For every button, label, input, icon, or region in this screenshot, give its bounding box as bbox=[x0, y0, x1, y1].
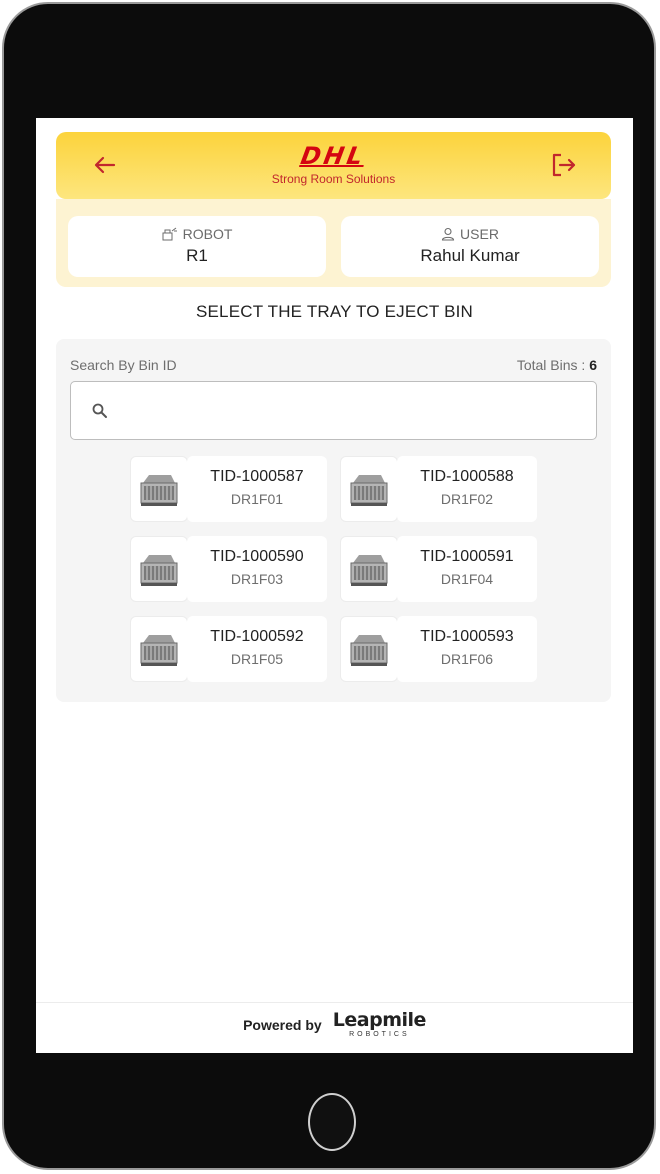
bin-icon bbox=[140, 475, 178, 506]
tray-info: TID-1000587 DR1F01 bbox=[187, 456, 327, 522]
user-value: Rahul Kumar bbox=[420, 246, 520, 265]
tray-info: TID-1000590 DR1F03 bbox=[187, 536, 327, 602]
tray-id: TID-1000592 bbox=[210, 628, 304, 645]
leapmile-logo: Leapmile ROBOTICS bbox=[332, 1009, 427, 1039]
bin-icon bbox=[140, 635, 178, 666]
user-label: USER bbox=[460, 226, 499, 242]
search-label: Search By Bin ID bbox=[70, 357, 177, 373]
search-icon bbox=[92, 403, 107, 418]
home-button[interactable] bbox=[308, 1093, 356, 1151]
tray-info: TID-1000588 DR1F02 bbox=[397, 456, 537, 522]
user-icon bbox=[441, 227, 455, 241]
tray-thumbnail bbox=[130, 456, 188, 522]
tray-thumbnail bbox=[340, 456, 398, 522]
tray-card[interactable]: TID-1000593 DR1F06 bbox=[340, 616, 537, 682]
total-bins-label: Total Bins : bbox=[516, 357, 586, 373]
tray-card[interactable]: TID-1000590 DR1F03 bbox=[130, 536, 327, 602]
app-screen: DHL Strong Room Solutions ROBOT R1 USER … bbox=[36, 118, 633, 1053]
bin-icon bbox=[350, 555, 388, 586]
brand-sub: ROBOTICS bbox=[349, 1031, 410, 1038]
robot-label: ROBOT bbox=[182, 226, 233, 242]
tray-location: DR1F05 bbox=[230, 651, 284, 667]
tray-thumbnail bbox=[130, 616, 188, 682]
tray-location: DR1F01 bbox=[230, 491, 284, 507]
tray-thumbnail bbox=[340, 616, 398, 682]
tray-card[interactable]: TID-1000587 DR1F01 bbox=[130, 456, 327, 522]
search-input[interactable] bbox=[121, 382, 585, 441]
tray-thumbnail bbox=[340, 536, 398, 602]
app-header: DHL Strong Room Solutions bbox=[56, 132, 611, 199]
robot-icon bbox=[162, 227, 177, 241]
footer: Powered by Leapmile ROBOTICS bbox=[36, 1011, 633, 1039]
user-label-row: USER bbox=[341, 226, 599, 242]
total-bins-count: 6 bbox=[589, 357, 597, 373]
robot-card: ROBOT R1 bbox=[68, 216, 326, 277]
total-bins: Total Bins : 6 bbox=[517, 357, 597, 373]
tray-card[interactable]: TID-1000591 DR1F04 bbox=[340, 536, 537, 602]
user-card: USER Rahul Kumar bbox=[341, 216, 599, 277]
logout-icon bbox=[552, 153, 576, 177]
tray-location: DR1F04 bbox=[440, 571, 494, 587]
logout-button[interactable] bbox=[549, 150, 579, 180]
dhl-logo: DHL Strong Room Solutions bbox=[56, 142, 611, 186]
tray-id: TID-1000591 bbox=[420, 548, 514, 565]
dhl-logo-mark: DHL bbox=[298, 142, 369, 170]
tray-location: DR1F06 bbox=[440, 651, 494, 667]
device-frame: DHL Strong Room Solutions ROBOT R1 USER … bbox=[2, 2, 656, 1170]
tray-location: DR1F02 bbox=[440, 491, 494, 507]
footer-divider bbox=[36, 1002, 633, 1003]
tray-card[interactable]: TID-1000592 DR1F05 bbox=[130, 616, 327, 682]
robot-label-row: ROBOT bbox=[68, 226, 326, 242]
brand-name: Leapmile bbox=[332, 1009, 427, 1031]
bin-icon bbox=[350, 475, 388, 506]
tray-panel: Search By Bin ID Total Bins : 6 TID-1000… bbox=[56, 339, 611, 702]
tray-id: TID-1000593 bbox=[420, 628, 514, 645]
tray-info: TID-1000592 DR1F05 bbox=[187, 616, 327, 682]
tray-id: TID-1000590 bbox=[210, 548, 304, 565]
page-title: SELECT THE TRAY TO EJECT BIN bbox=[195, 302, 474, 321]
tray-location: DR1F03 bbox=[230, 571, 284, 587]
tray-info: TID-1000591 DR1F04 bbox=[397, 536, 537, 602]
tray-info: TID-1000593 DR1F06 bbox=[397, 616, 537, 682]
tray-id: TID-1000587 bbox=[210, 468, 304, 485]
bin-icon bbox=[350, 635, 388, 666]
search-box[interactable] bbox=[70, 381, 597, 441]
app-subtitle: Strong Room Solutions bbox=[271, 172, 396, 186]
tray-thumbnail bbox=[130, 536, 188, 602]
bin-icon bbox=[140, 555, 178, 586]
session-info: ROBOT R1 USER Rahul Kumar bbox=[56, 199, 611, 287]
tray-card[interactable]: TID-1000588 DR1F02 bbox=[340, 456, 537, 522]
robot-value: R1 bbox=[186, 246, 208, 265]
tray-id: TID-1000588 bbox=[420, 468, 514, 485]
powered-by-text: Powered by bbox=[243, 1017, 322, 1033]
